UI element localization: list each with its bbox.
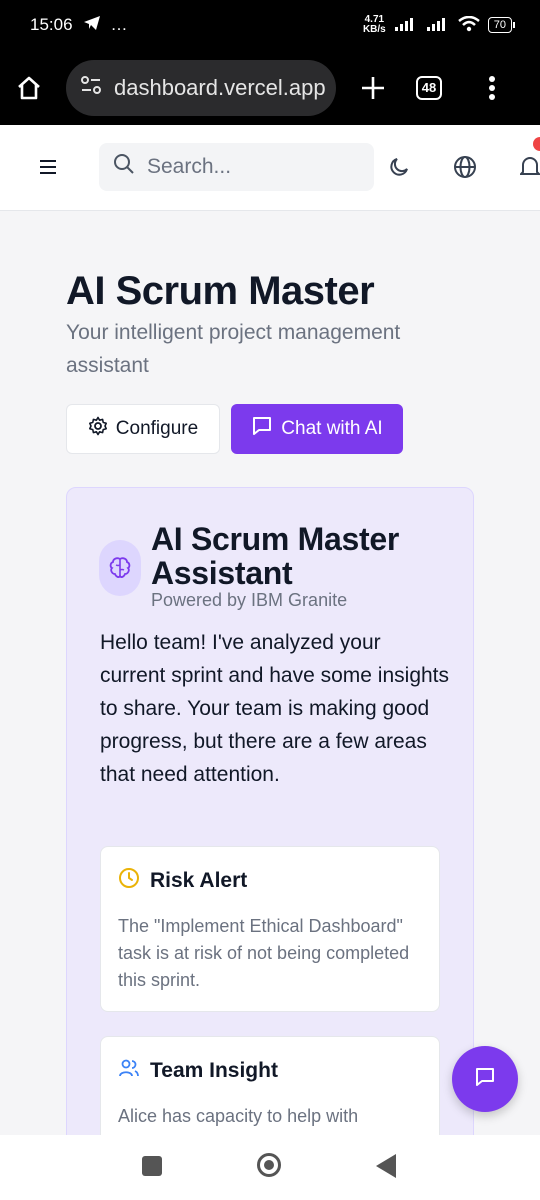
signal-icon (394, 17, 418, 34)
back-button[interactable] (376, 1154, 396, 1178)
team-insight-card: Team Insight Alice has capacity to help … (100, 1036, 440, 1135)
risk-alert-title: Risk Alert (150, 869, 248, 892)
main-content: AI Scrum Master Your intelligent project… (0, 211, 540, 1135)
url-bar[interactable]: dashboard.vercel.app (66, 59, 336, 116)
telegram-icon (83, 15, 101, 36)
browser-toolbar: dashboard.vercel.app 48 (0, 50, 540, 125)
status-more: … (110, 15, 128, 34)
gear-icon (88, 416, 108, 442)
battery-icon: 70 (487, 17, 516, 33)
status-bar: 15:06 … 4.71 KB/s 70 (0, 0, 540, 50)
assistant-subtitle: Powered by IBM Granite (151, 590, 348, 610)
chat-with-ai-button[interactable]: Chat with AI (231, 404, 403, 454)
page-title: AI Scrum Master (66, 269, 375, 313)
tab-count: 48 (416, 75, 442, 100)
moon-icon[interactable] (387, 155, 411, 184)
app-header: Search... (0, 125, 540, 211)
site-settings-icon[interactable] (80, 75, 102, 101)
risk-alert-card: Risk Alert The "Implement Ethical Dashbo… (100, 846, 440, 1012)
hamburger-menu-icon[interactable] (38, 158, 58, 181)
signal-icon-2 (426, 17, 450, 34)
message-square-icon (251, 415, 273, 443)
notification-badge (533, 137, 540, 151)
tab-switcher-button[interactable]: 48 (416, 75, 442, 100)
globe-icon[interactable] (453, 155, 477, 184)
risk-alert-body: The "Implement Ethical Dashboard" task i… (118, 916, 410, 990)
more-menu-icon[interactable] (488, 75, 496, 101)
url-text: dashboard.vercel.app (114, 74, 326, 100)
page-subtitle: Your intelligent project management assi… (66, 321, 401, 377)
configure-label: Configure (115, 418, 199, 439)
brain-icon (99, 540, 141, 596)
net-speed: 4.71 KB/s (362, 14, 386, 35)
status-time: 15:06 (30, 15, 73, 34)
recents-button[interactable] (142, 1156, 162, 1176)
home-icon[interactable] (14, 73, 44, 103)
assistant-message: Hello team! I've analyzed your current s… (100, 631, 450, 786)
search-placeholder: Search... (147, 155, 232, 178)
system-nav-bar (0, 1135, 540, 1200)
team-insight-body: Alice has capacity to help with (118, 1106, 359, 1126)
floating-chat-button[interactable] (452, 1046, 518, 1112)
home-button[interactable] (257, 1153, 281, 1177)
chat-label: Chat with AI (281, 418, 383, 439)
clock-icon (118, 867, 140, 895)
team-insight-title: Team Insight (150, 1059, 278, 1082)
bell-icon[interactable] (518, 155, 540, 184)
search-input[interactable]: Search... (99, 143, 374, 191)
users-icon (118, 1057, 140, 1085)
wifi-icon (457, 15, 480, 35)
new-tab-icon[interactable] (360, 75, 386, 101)
configure-button[interactable]: Configure (66, 404, 220, 454)
assistant-card: AI Scrum Master Assistant Powered by IBM… (66, 487, 474, 1135)
chat-bubble-icon (473, 1065, 497, 1094)
search-icon (113, 153, 135, 181)
assistant-title: AI Scrum Master Assistant (151, 521, 400, 591)
